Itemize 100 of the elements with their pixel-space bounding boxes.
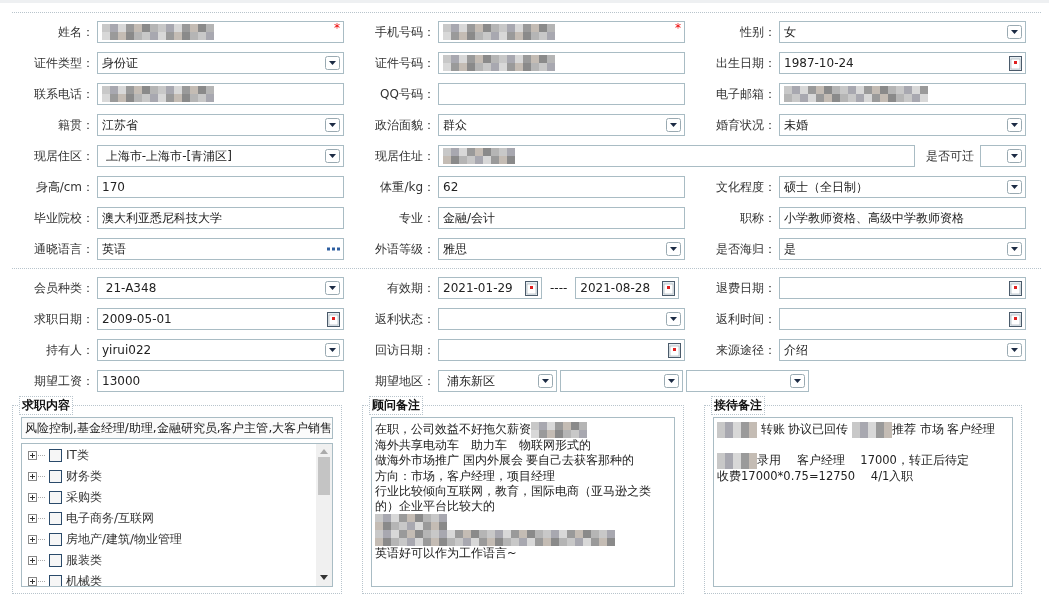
date-field[interactable] [779,308,1026,330]
scroll-down-icon[interactable] [320,575,328,581]
input-field[interactable] [438,52,685,74]
tree-item[interactable]: 房地产/建筑/物业管理 [66,530,183,548]
dropdown-field[interactable]: 是 [779,238,1026,260]
expand-icon[interactable] [28,450,45,460]
input-field[interactable]: 风险控制,基金经理/助理,金融研究员,客户主管,大客户销售 [21,417,333,439]
calendar-icon[interactable] [662,280,676,296]
dropdown-field[interactable]: 浦东新区 [438,370,557,392]
input-field[interactable] [97,83,344,105]
field-label: 求职日期： [33,310,95,328]
dropdown-field[interactable]: 硕士（全日制） [779,176,1026,198]
panel-title: 顾问备注 [369,396,423,415]
date-field[interactable]: 2021-01-29 [438,277,542,299]
panel-title: 求职内容 [19,396,73,415]
field-label: 返利状态： [374,310,436,328]
dropdown-field[interactable]: 身份证 [97,52,344,74]
dropdown-field[interactable]: 群众 [438,114,685,136]
input-field[interactable]: 小学教师资格、高级中学教师资格 [779,207,1026,229]
dropdown-field[interactable] [438,308,685,330]
date-field[interactable] [438,339,685,361]
input-field[interactable]: * [438,21,685,43]
tree-item[interactable]: 机械类 [66,572,102,586]
dropdown-field[interactable]: 江苏省 [97,114,344,136]
field-label: 姓名： [57,23,95,41]
expand-icon[interactable] [28,513,45,523]
field-label: 联系电话： [33,85,95,103]
input-field[interactable]: 金融/会计 [438,207,685,229]
checkbox[interactable] [49,553,62,567]
input-field[interactable] [438,83,685,105]
dropdown-field[interactable] [980,145,1026,167]
field-label: 返利时间： [715,310,777,328]
tree-item[interactable]: 财务类 [66,467,102,485]
checkbox[interactable] [49,448,62,462]
tree-item[interactable]: 电子商务/互联网 [66,509,155,527]
expand-icon[interactable] [28,576,45,586]
tree-item[interactable]: 采购类 [66,488,102,506]
scrollbar-thumb[interactable] [318,457,330,495]
date-field[interactable]: 1987-10-24 [779,52,1026,74]
field-label: 手机号码： [374,23,436,41]
field-label: 籍贯： [57,116,95,134]
tree-item[interactable]: IT类 [66,446,89,464]
dropdown-field[interactable]: 21-A348 [97,277,344,299]
calendar-icon[interactable] [1009,311,1022,327]
calendar-icon[interactable] [668,342,681,358]
field-label: 退费日期： [715,279,777,297]
dropdown-field[interactable]: 女 [779,21,1026,43]
input-field[interactable]: * [97,21,344,43]
expand-icon[interactable] [28,492,45,502]
expand-icon[interactable] [28,555,45,565]
field-label: 是否可迁 [925,147,975,165]
field-label: 有效期： [386,279,436,297]
calendar-icon[interactable] [327,311,340,327]
checkbox[interactable] [49,574,62,586]
checkbox[interactable] [49,511,62,525]
field-label: 回访日期： [374,341,436,359]
field-label: 电子邮箱： [715,85,777,103]
checkbox[interactable] [49,532,62,546]
dropdown-field[interactable] [560,370,683,392]
dropdown-field[interactable] [686,370,809,392]
field-label: 来源途径： [715,341,777,359]
scrollbar[interactable] [316,444,332,586]
date-field[interactable]: 2009-05-01 [97,308,344,330]
input-field[interactable]: 澳大利亚悉尼科技大学 [97,207,344,229]
checkbox[interactable] [49,490,62,504]
input-field[interactable] [438,145,915,167]
notes-textarea[interactable]: 转账 协议已回传 推荐 市场 客户经理 录用 客户经理 17000，转正后待定 收费17000*0.75=12750 4/1入职 [713,417,1013,587]
field-label: 身高/cm： [34,178,95,196]
calendar-icon[interactable] [1009,280,1022,296]
field-label: 现居住址： [374,147,436,165]
field-label: 婚育状况： [715,116,777,134]
checkbox[interactable] [49,469,62,483]
field-label: 性别： [739,23,777,41]
input-field[interactable]: 13000 [97,370,344,392]
input-field[interactable] [779,83,1026,105]
field-label: QQ号码： [379,85,436,103]
input-field[interactable]: 62 [438,176,685,198]
field-label: 证件号码： [374,54,436,72]
input-field[interactable]: 170 [97,176,344,198]
date-field[interactable]: 2021-08-28 [575,277,680,299]
input-field[interactable]: 英语 [97,238,344,260]
dropdown-field[interactable]: 未婚 [779,114,1026,136]
field-label: 持有人： [45,341,95,359]
more-icon[interactable] [326,247,340,251]
expand-icon[interactable] [28,534,45,544]
field-label: 文化程度： [715,178,777,196]
dropdown-field[interactable]: 雅思 [438,238,685,260]
field-label: 毕业院校： [33,209,95,227]
expand-icon[interactable] [28,471,45,481]
calendar-icon[interactable] [1009,55,1022,71]
tree-item[interactable]: 服装类 [66,551,102,569]
dropdown-field[interactable]: 上海市-上海市-[青浦区] [97,145,344,167]
dropdown-field[interactable]: 介绍 [779,339,1026,361]
field-label: 体重/kg： [379,178,436,196]
field-label: 现居住区： [33,147,95,165]
date-field[interactable] [779,277,1026,299]
notes-textarea[interactable]: 在职，公司效益不好拖欠薪资 海外共享电动车 助力车 物联网形式的 做海外市场推广 国内外展会 要自己去获客那种的 方向：市场，客户经理，项目经理 行业比较倾向互联网，教育，国际电商（亚马逊之类 的）企业平台比较大的 英语好可以作为工作语言~ [371,417,675,587]
field-label: 通晓语言： [33,240,95,258]
dropdown-field[interactable]: yirui022 [97,339,344,361]
calendar-icon[interactable] [525,280,538,296]
